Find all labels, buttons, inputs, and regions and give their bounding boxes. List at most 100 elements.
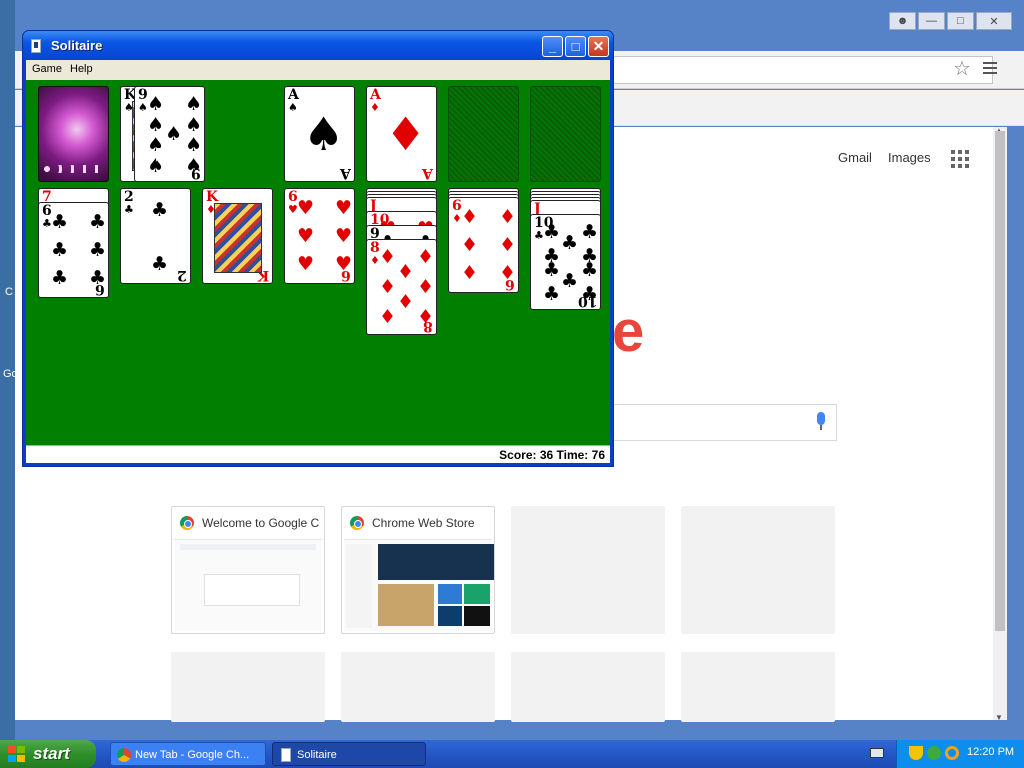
menu-help[interactable]: Help [70,63,93,75]
desktop-icon-label: C [5,286,13,298]
card-pip: ♣ [151,253,169,275]
gmail-link[interactable]: Gmail [838,150,872,165]
chrome-menu-icon[interactable] [983,62,997,76]
card-pip: ♣ [151,199,169,221]
card-pip: ♠ [147,114,165,136]
images-link[interactable]: Images [888,150,931,165]
empty-tile [511,652,665,722]
bookmark-star-icon[interactable]: ☆ [951,58,973,80]
taskbar-item-solitaire[interactable]: Solitaire [272,742,426,766]
card-rank: A [370,87,381,103]
card-pip: ♠ [185,93,203,115]
card-pip: ♣ [89,267,107,289]
playing-card[interactable]: 6 ♣ 6 ♣ ♣ ♣ ♣ ♣ ♣ [38,202,109,298]
card-pip: ♣ [581,221,599,243]
card-pip: ♦ [379,306,397,328]
card-pip: ♦ [379,246,397,268]
most-visited-tile[interactable]: Welcome to Google Chrome [171,506,325,634]
scroll-down-icon[interactable]: ▼ [995,713,1003,722]
card-pip: ♥ [297,225,315,247]
apps-grid-icon[interactable] [951,150,969,168]
playing-card[interactable]: 2 ♣ 2 ♣ ♣ [120,188,191,284]
scrollbar-thumb[interactable] [995,131,1005,631]
card-pip: ♦ [461,262,479,284]
minimize-button[interactable]: _ [542,36,563,57]
webstore-icon [350,516,364,530]
taskbar-item-label: New Tab - Google Ch... [135,749,250,761]
start-label: start [33,744,70,763]
playing-card[interactable]: 6 ♦ 6 ♦ ♦ ♦ ♦ ♦ ♦ [448,197,519,293]
card-pip: ♠ [185,155,203,177]
card-pip: ♦ [499,206,517,228]
address-bar[interactable] [605,56,993,84]
system-tray: 12:20 PM [896,740,1024,768]
foundation-slot[interactable] [530,86,601,182]
close-button[interactable]: ✕ [588,36,609,57]
close-icon[interactable]: ✕ [976,12,1012,30]
microphone-icon[interactable] [816,412,826,432]
start-button[interactable]: start [0,740,96,768]
score-time: Score: 36 Time: 76 [499,448,605,462]
solitaire-window: Solitaire _ □ ✕ Game Help K♠K9♠9♠♠♠♠♠♠♠♠… [22,30,614,467]
playing-card[interactable]: 6 ♥ 6 ♥ ♥ ♥ ♥ ♥ ♥ [284,188,355,284]
most-visited-tile[interactable]: Chrome Web Store [341,506,495,634]
card-back-art [43,165,105,173]
page-scrollbar[interactable]: ▲ ▼ [993,126,1007,722]
empty-tile [341,652,495,722]
card-pip: ♦ [397,261,415,283]
tile-thumbnail [174,539,322,631]
keyboard-icon[interactable] [870,748,884,758]
card-pip: ♣ [89,211,107,233]
card-pip: ♣ [51,211,69,233]
card-rank: A [288,87,299,103]
playing-card[interactable]: A ♦ A ♦ [366,86,437,182]
empty-tile [171,652,325,722]
card-pip: ♠ [165,123,183,145]
foundation-slot[interactable] [448,86,519,182]
card-suit: ♦ [370,101,380,114]
search-icon[interactable] [945,746,959,760]
card-pip: ♣ [89,239,107,261]
playing-card[interactable]: 8 ♦ 8 ♦ ♦ ♦ ♦ ♦ ♦ ♦ ♦ [366,239,437,335]
maximize-icon[interactable]: □ [947,12,974,30]
playing-card[interactable]: K ♦ K [202,188,273,284]
stock-pile[interactable] [38,86,109,182]
user-icon[interactable]: ☻ [889,12,916,30]
tile-thumbnail [344,539,494,631]
network-icon[interactable] [927,746,941,760]
card-pip: ♣ [561,270,579,292]
tile-title: Chrome Web Store [372,516,475,530]
maximize-button[interactable]: □ [565,36,586,57]
card-pip: ♣ [543,283,561,305]
card-pip: ♠ [185,114,203,136]
card-suit: ♠ [288,101,298,114]
menu-bar: Game Help [26,60,610,80]
card-pip: ♣ [51,267,69,289]
card-pip: ♣ [561,232,579,254]
card-pip: ♣ [581,259,599,281]
card-pip: ♠ [185,134,203,156]
card-center-suit: ♠ [303,107,345,161]
playing-card[interactable]: 10 ♣ 10 ♣ ♣ ♣ ♣ ♣ ♣ ♣ ♣ ♣ ♣ [530,214,601,310]
empty-tile [511,506,665,634]
card-pip: ♦ [417,246,435,268]
card-pip: ♣ [543,259,561,281]
card-center-suit: ♦ [385,107,427,161]
card-pip: ♦ [461,234,479,256]
mouse-cursor [156,148,164,162]
google-search-input[interactable] [612,404,837,441]
face-card-art [214,203,262,273]
card-pip: ♦ [397,291,415,313]
playing-card[interactable]: 9 ♠ 9 ♠ ♠ ♠ ♠ ♠ ♠ ♠ ♠ ♠ [134,86,205,182]
playing-card[interactable]: A ♠ A ♠ [284,86,355,182]
card-pip: ♦ [417,276,435,298]
minimize-icon[interactable]: — [918,12,945,30]
menu-game[interactable]: Game [32,63,62,75]
taskbar-item-chrome[interactable]: New Tab - Google Ch... [110,742,266,766]
solitaire-icon [31,39,41,53]
taskbar-item-label: Solitaire [297,749,337,761]
card-rank: K [206,189,219,205]
security-shield-icon[interactable] [909,746,923,760]
solitaire-titlebar[interactable]: Solitaire _ □ ✕ [23,31,613,60]
card-pip: ♦ [499,234,517,256]
